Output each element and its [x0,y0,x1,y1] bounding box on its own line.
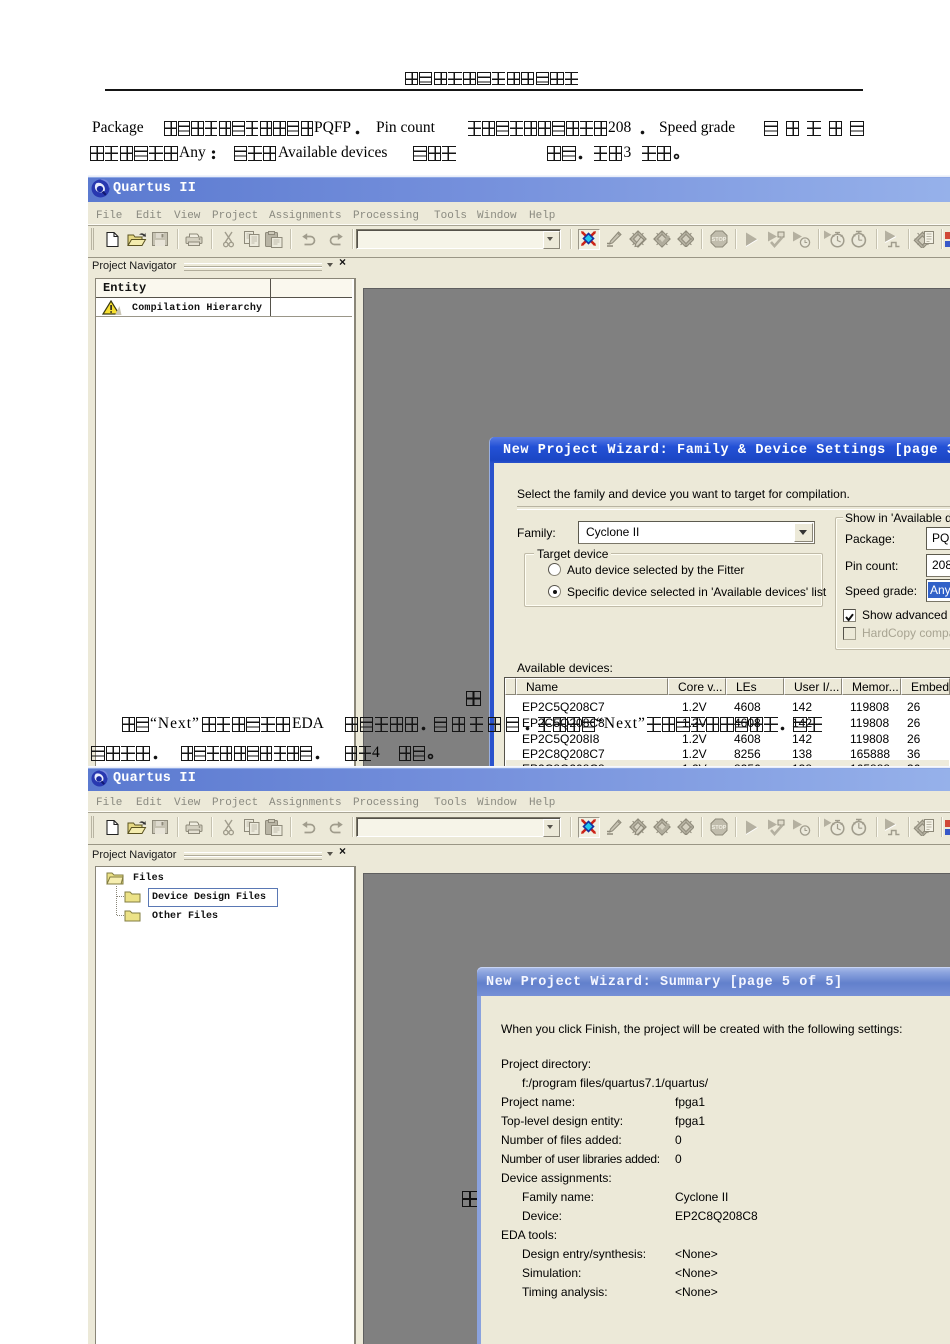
svg-text:STOP: STOP [712,237,727,243]
svg-text:STOP: STOP [712,825,727,831]
